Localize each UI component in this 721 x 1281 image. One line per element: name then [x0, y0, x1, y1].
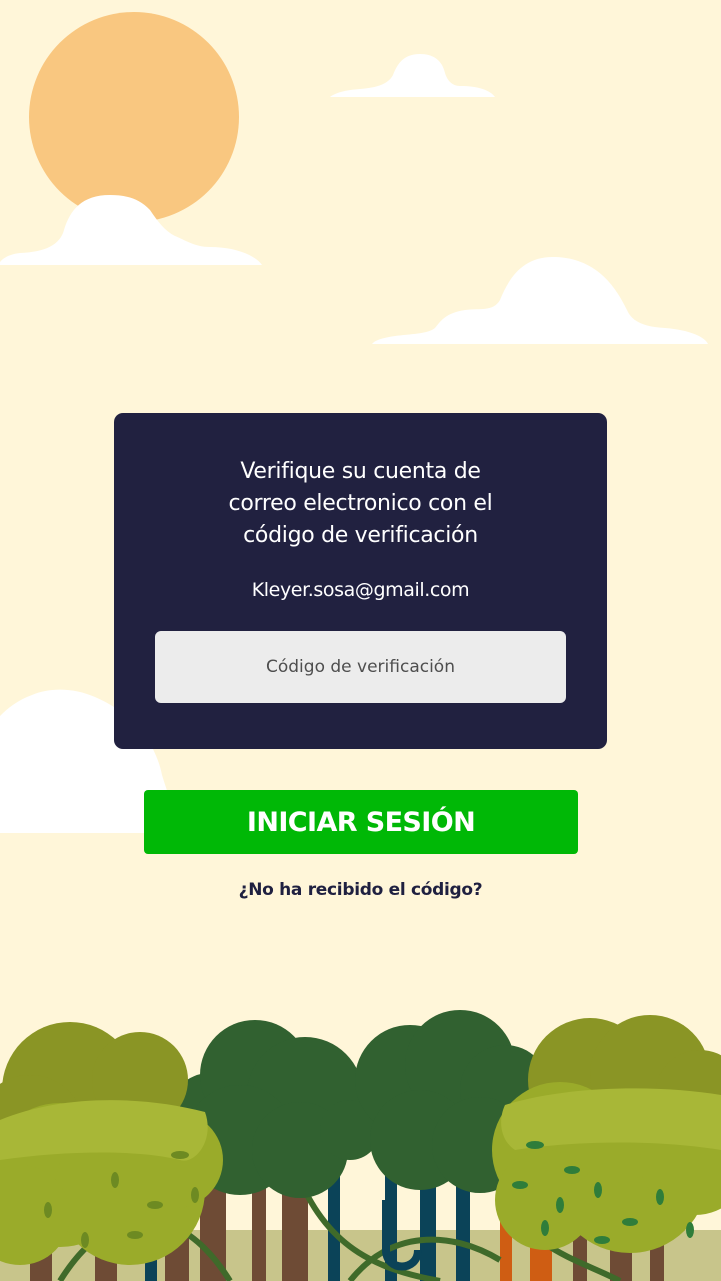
instruction-line: código de verificación	[243, 523, 478, 548]
instruction-line: Verifique su cuenta de	[240, 459, 481, 484]
verification-code-input[interactable]	[155, 631, 566, 703]
instruction-line: correo electronico con el	[228, 491, 493, 516]
login-button[interactable]: INICIAR SESIÓN	[144, 790, 578, 854]
resend-code-link[interactable]: ¿No ha recibido el código?	[0, 878, 721, 902]
user-email: Kleyer.sosa@gmail.com	[251, 579, 470, 601]
verification-instructions: Verifique su cuenta de correo electronic…	[0, 456, 721, 552]
sun-illustration	[29, 12, 239, 222]
